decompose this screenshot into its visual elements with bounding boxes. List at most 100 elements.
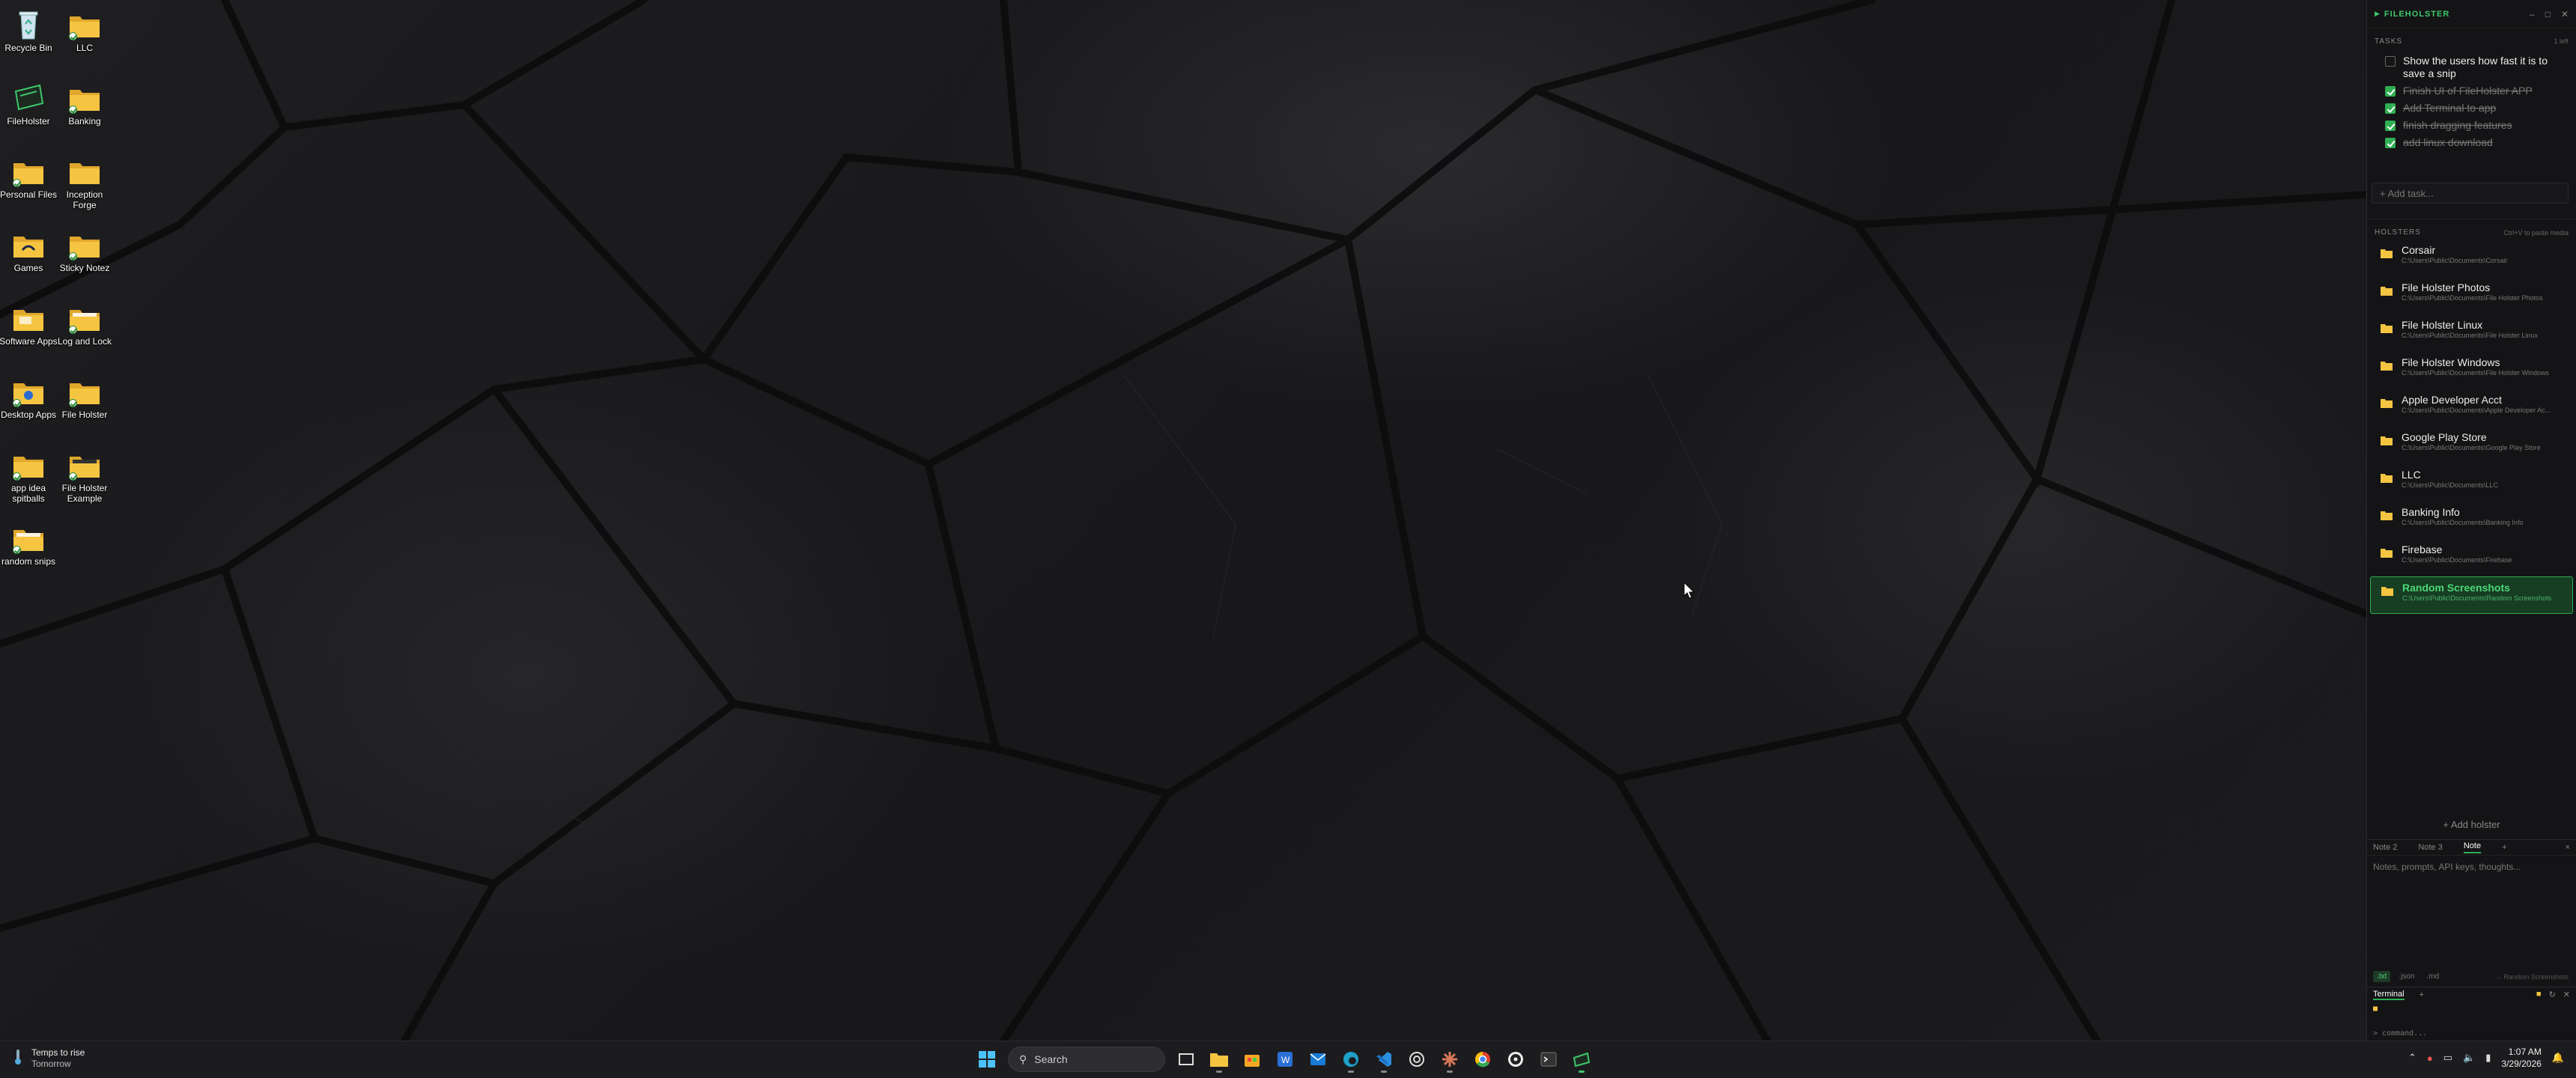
holster-item[interactable]: Random Screenshots C:\Users\Public\Docume… <box>2370 576 2573 614</box>
tab-note-2[interactable]: Note 2 <box>2373 843 2397 852</box>
task-checkbox[interactable] <box>2385 138 2396 148</box>
holster-name: LLC <box>2402 469 2421 481</box>
terminal-command-input[interactable]: > command... <box>2373 1029 2427 1038</box>
task-text: add linux download <box>2403 136 2493 148</box>
holster-item[interactable]: File Holster Windows C:\Users\Public\Docu… <box>2370 352 2573 389</box>
task-item[interactable]: Show the users how fast it is to save a … <box>2367 52 2576 82</box>
format-md-button[interactable]: .md <box>2422 971 2443 982</box>
desktop-icon-file-holster-example[interactable]: File Holster Example <box>55 448 115 504</box>
battery-icon[interactable]: ▮ <box>2485 1052 2491 1064</box>
desktop-icon-games[interactable]: Games <box>0 228 58 273</box>
task-checkbox[interactable] <box>2385 56 2396 67</box>
task-view-button[interactable] <box>1174 1046 1198 1073</box>
close-terminal-icon[interactable]: ✕ <box>2563 990 2570 999</box>
close-note-icon[interactable]: × <box>2566 843 2570 852</box>
maximize-icon[interactable]: □ <box>2545 9 2551 19</box>
desktop-icon-app-idea-spitballs[interactable]: app idea spitballs <box>0 448 58 504</box>
desktop-icon-label: Banking <box>68 116 101 127</box>
holster-item[interactable]: File Holster Linux C:\Users\Public\Docume… <box>2370 314 2573 352</box>
taskbar-apps: ⚲ Search W <box>975 1046 1594 1073</box>
desktop-icon-fileholster[interactable]: FileHolster <box>0 81 58 127</box>
terminal-folder-icon: ■ <box>2373 1005 2378 1013</box>
folder-icon <box>66 374 103 407</box>
close-icon[interactable]: ✕ <box>2561 9 2569 19</box>
fileholster-button[interactable] <box>1570 1046 1594 1073</box>
chatgpt-button[interactable] <box>1405 1046 1429 1073</box>
tab-note-3[interactable]: Note 3 <box>2418 843 2442 852</box>
holster-item[interactable]: Google Play Store C:\Users\Public\Documen… <box>2370 427 2573 464</box>
task-item[interactable]: Finish UI of FileHolster APP <box>2367 82 2576 100</box>
folder-icon <box>10 448 47 481</box>
desktop-icon-label: Software Apps <box>0 336 58 347</box>
holster-item[interactable]: File Holster Photos C:\Users\Public\Docum… <box>2370 277 2573 314</box>
claude-button[interactable] <box>1438 1046 1462 1073</box>
desktop-icon-banking[interactable]: Banking <box>55 81 115 127</box>
display-icon[interactable]: ▭ <box>2443 1052 2452 1064</box>
task-item[interactable]: add linux download <box>2367 134 2576 151</box>
desktop-icon-desktop-apps[interactable]: Desktop Apps <box>0 374 58 420</box>
taskbar: Temps to rise Tomorrow ⚲ Search W ⌃ ● ▭ … <box>0 1041 2576 1078</box>
notification-bell-icon[interactable]: 🔔 <box>2552 1052 2564 1064</box>
desktop-icon-llc[interactable]: LLC <box>55 7 115 53</box>
desktop-icon-label: Personal Files <box>0 189 58 200</box>
desktop-icon-sticky-notez[interactable]: Sticky Notez <box>55 228 115 273</box>
holster-item[interactable]: Apple Developer Acct C:\Users\Public\Docu… <box>2370 389 2573 427</box>
outlook-button[interactable] <box>1306 1046 1330 1073</box>
folder-icon[interactable]: ■ <box>2536 990 2542 999</box>
note-textarea[interactable]: Notes, prompts, API keys, thoughts... .t… <box>2367 856 2576 987</box>
add-task-input[interactable]: + Add task... <box>2372 183 2569 204</box>
folder-icon <box>2381 436 2393 445</box>
volume-icon[interactable]: 🔈 <box>2463 1052 2475 1064</box>
desktop-icon-recycle-bin[interactable]: Recycle Bin <box>0 7 58 53</box>
obs-button[interactable] <box>1504 1046 1528 1073</box>
chrome-button[interactable] <box>1471 1046 1495 1073</box>
desktop-icon-log-and-lock[interactable]: Log and Lock <box>55 301 115 347</box>
task-checkbox[interactable] <box>2385 121 2396 131</box>
format-txt-button[interactable]: .txt <box>2373 971 2391 982</box>
holster-item[interactable]: Firebase C:\Users\Public\Documents\Fireba… <box>2370 539 2573 576</box>
tray-app-icon[interactable]: ● <box>2427 1053 2433 1064</box>
panel-titlebar[interactable]: ▶ FILEHOLSTER – □ ✕ <box>2367 0 2576 28</box>
task-item[interactable]: Add Terminal to app <box>2367 100 2576 117</box>
folder-icon <box>66 81 103 114</box>
tab-terminal[interactable]: Terminal <box>2373 990 2405 1000</box>
store-button[interactable] <box>1240 1046 1264 1073</box>
task-checkbox[interactable] <box>2385 86 2396 97</box>
holster-item[interactable]: LLC C:\Users\Public\Documents\LLC <box>2370 464 2573 502</box>
desktop-icon-personal-files[interactable]: Personal Files <box>0 154 58 200</box>
tab-note[interactable]: Note <box>2463 841 2482 853</box>
chevron-up-icon[interactable]: ⌃ <box>2408 1052 2416 1064</box>
clock[interactable]: 1:07 AM 3/29/2026 <box>2501 1046 2541 1070</box>
svg-text:W: W <box>1281 1055 1290 1065</box>
terminal-button[interactable] <box>1537 1046 1561 1073</box>
file-explorer-button[interactable] <box>1207 1046 1231 1073</box>
word-button[interactable]: W <box>1273 1046 1297 1073</box>
sync-status-icon <box>69 399 77 407</box>
save-note-target[interactable]: → Random Screenshots <box>2495 973 2569 981</box>
panel-title: FILEHOLSTER <box>2384 9 2450 19</box>
terminal-output[interactable]: ■ > command... <box>2367 1002 2576 1041</box>
weather-widget[interactable]: Temps to rise Tomorrow <box>13 1047 85 1070</box>
start-button[interactable] <box>975 1046 999 1073</box>
minimize-icon[interactable]: – <box>2530 9 2535 19</box>
desktop-icon-random-snips[interactable]: random snips <box>0 521 58 567</box>
add-holster-button[interactable]: + Add holster <box>2367 811 2576 839</box>
desktop-icon-label: Inception Forge <box>66 189 103 210</box>
format-json-button[interactable]: .json <box>2395 971 2418 982</box>
clear-terminal-icon[interactable]: ↻ <box>2549 990 2556 999</box>
holster-item[interactable]: Banking Info C:\Users\Public\Documents\Ba… <box>2370 502 2573 539</box>
sync-status-icon <box>69 32 77 40</box>
task-checkbox[interactable] <box>2385 103 2396 114</box>
collapse-chevron-icon[interactable]: ▶ <box>2375 10 2380 18</box>
desktop-icon-inception-forge[interactable]: Inception Forge <box>55 154 115 210</box>
add-note-tab-button[interactable]: + <box>2502 843 2506 852</box>
taskbar-search-box[interactable]: ⚲ Search <box>1008 1047 1165 1072</box>
task-item[interactable]: finish dragging features <box>2367 117 2576 134</box>
add-terminal-tab-button[interactable]: + <box>2419 990 2424 999</box>
holster-item[interactable]: Corsair C:\Users\Public\Documents\Corsair <box>2370 240 2573 277</box>
desktop-icon-software-apps[interactable]: Software Apps <box>0 301 58 347</box>
desktop-icon-file-holster[interactable]: File Holster <box>55 374 115 420</box>
vscode-button[interactable] <box>1372 1046 1396 1073</box>
note-placeholder: Notes, prompts, API keys, thoughts... <box>2373 862 2521 872</box>
edge-button[interactable] <box>1339 1046 1363 1073</box>
